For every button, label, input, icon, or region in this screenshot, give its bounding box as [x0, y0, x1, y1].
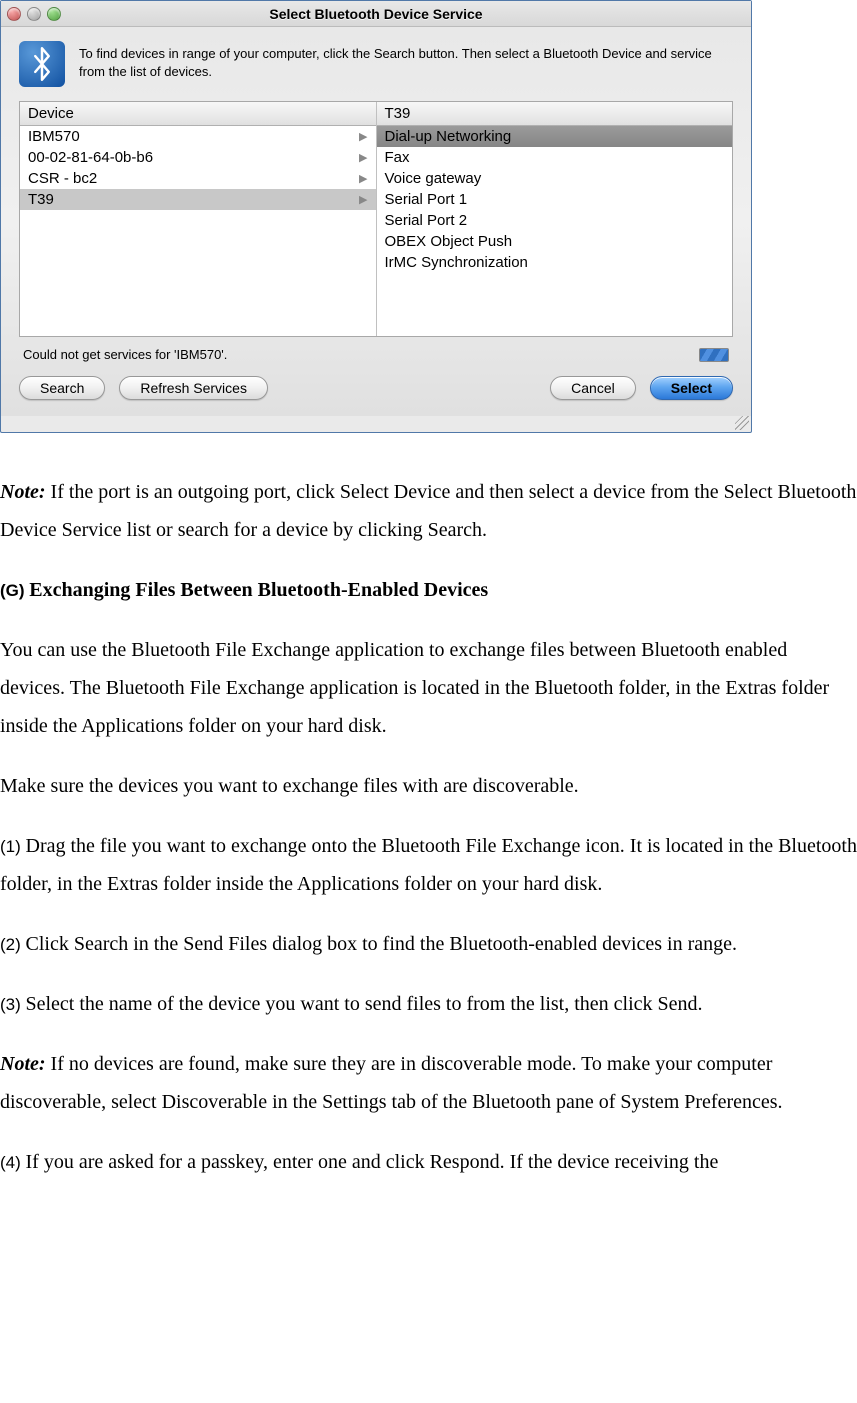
- device-list[interactable]: IBM570▶00-02-81-64-0b-b6▶CSR - bc2▶T39▶: [20, 126, 376, 336]
- note-paragraph-1: Note: If the port is an outgoing port, c…: [0, 473, 857, 549]
- instruction-text: To find devices in range of your compute…: [79, 41, 733, 80]
- chevron-right-icon: ▶: [359, 193, 367, 206]
- service-list[interactable]: Dial-up Networking Fax Voice gateway Serial…: [377, 126, 733, 336]
- step-2-marker: (2): [0, 935, 26, 954]
- search-button[interactable]: Search: [19, 376, 105, 400]
- list-item[interactable]: OBEX Object Push: [377, 231, 733, 252]
- document-body: Note: If the port is an outgoing port, c…: [0, 433, 857, 1181]
- service-name: OBEX Object Push: [385, 233, 725, 250]
- status-message: Could not get services for 'IBM570'.: [23, 347, 699, 362]
- note-paragraph-2: Note: If no devices are found, make sure…: [0, 1045, 857, 1121]
- device-name: T39: [28, 191, 359, 208]
- titlebar[interactable]: Select Bluetooth Device Service: [1, 1, 751, 27]
- list-item[interactable]: T39▶: [20, 189, 376, 210]
- zoom-icon[interactable]: [47, 7, 61, 21]
- list-item[interactable]: CSR - bc2▶: [20, 168, 376, 189]
- section-g-heading: (G) Exchanging Files Between Bluetooth-E…: [0, 571, 857, 609]
- progress-indicator-icon: [699, 348, 729, 362]
- chevron-right-icon: ▶: [359, 151, 367, 164]
- list-item[interactable]: IrMC Synchronization: [377, 252, 733, 273]
- close-icon[interactable]: [7, 7, 21, 21]
- info-row: To find devices in range of your compute…: [19, 41, 733, 87]
- list-item[interactable]: Serial Port 2: [377, 210, 733, 231]
- step-1-text: Drag the file you want to exchange onto …: [0, 835, 857, 895]
- paragraph-2: Make sure the devices you want to exchan…: [0, 767, 857, 805]
- service-name: Dial-up Networking: [385, 128, 725, 145]
- service-name: Serial Port 2: [385, 212, 725, 229]
- step-2-text: Click Search in the Send Files dialog bo…: [26, 933, 738, 955]
- device-column-header[interactable]: Device: [20, 102, 376, 126]
- status-row: Could not get services for 'IBM570'.: [19, 337, 733, 376]
- list-item[interactable]: 00-02-81-64-0b-b6▶: [20, 147, 376, 168]
- paragraph-1: You can use the Bluetooth File Exchange …: [0, 631, 857, 745]
- step-4-text: If you are asked for a passkey, enter on…: [26, 1151, 719, 1173]
- step-3-text: Select the name of the device you want t…: [26, 993, 703, 1015]
- note-label: Note:: [0, 1053, 46, 1075]
- device-column: Device IBM570▶00-02-81-64-0b-b6▶CSR - bc…: [20, 102, 376, 336]
- chevron-right-icon: ▶: [359, 172, 367, 185]
- service-column: T39 Dial-up Networking Fax Voice gateway Se…: [376, 102, 733, 336]
- minimize-icon: [27, 7, 41, 21]
- service-name: Serial Port 1: [385, 191, 725, 208]
- resize-area: [1, 416, 751, 432]
- step-4-marker: (4): [0, 1153, 26, 1172]
- resize-grip-icon[interactable]: [735, 416, 749, 430]
- refresh-services-button[interactable]: Refresh Services: [119, 376, 268, 400]
- service-name: Fax: [385, 149, 725, 166]
- note-2-text: If no devices are found, make sure they …: [0, 1053, 783, 1113]
- select-button[interactable]: Select: [650, 376, 733, 400]
- service-name: IrMC Synchronization: [385, 254, 725, 271]
- step-2: (2) Click Search in the Send Files dialo…: [0, 925, 857, 963]
- columns-browser: Device IBM570▶00-02-81-64-0b-b6▶CSR - bc…: [19, 101, 733, 337]
- bluetooth-service-window: Select Bluetooth Device Service To find …: [0, 0, 752, 433]
- button-row: Search Refresh Services Cancel Select: [19, 376, 733, 400]
- list-item[interactable]: Voice gateway: [377, 168, 733, 189]
- list-item[interactable]: IBM570▶: [20, 126, 376, 147]
- section-g-marker: (G): [0, 581, 29, 600]
- step-1-marker: (1): [0, 837, 26, 856]
- device-name: 00-02-81-64-0b-b6: [28, 149, 359, 166]
- step-1: (1) Drag the file you want to exchange o…: [0, 827, 857, 903]
- service-name: Voice gateway: [385, 170, 725, 187]
- step-4: (4) If you are asked for a passkey, ente…: [0, 1143, 857, 1181]
- cancel-button[interactable]: Cancel: [550, 376, 636, 400]
- list-item[interactable]: Fax: [377, 147, 733, 168]
- service-column-header[interactable]: T39: [377, 102, 733, 126]
- step-3: (3) Select the name of the device you wa…: [0, 985, 857, 1023]
- list-item[interactable]: Dial-up Networking: [377, 126, 733, 147]
- window-body: To find devices in range of your compute…: [1, 27, 751, 416]
- section-g-title: Exchanging Files Between Bluetooth-Enabl…: [29, 579, 488, 601]
- note-label: Note:: [0, 481, 46, 503]
- device-name: IBM570: [28, 128, 359, 145]
- device-name: CSR - bc2: [28, 170, 359, 187]
- step-3-marker: (3): [0, 995, 26, 1014]
- traffic-lights: [7, 7, 61, 21]
- bluetooth-icon: [19, 41, 65, 87]
- window-title: Select Bluetooth Device Service: [269, 6, 482, 22]
- chevron-right-icon: ▶: [359, 130, 367, 143]
- list-item[interactable]: Serial Port 1: [377, 189, 733, 210]
- note-1-text: If the port is an outgoing port, click S…: [0, 481, 856, 541]
